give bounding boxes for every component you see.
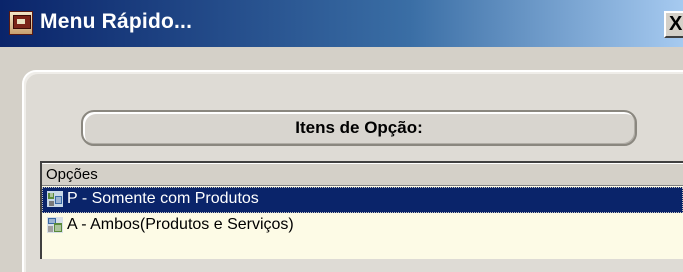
- products-icon: [47, 191, 63, 207]
- options-header-box: Itens de Opção:: [81, 110, 637, 146]
- list-item[interactable]: A - Ambos(Produtos e Serviços): [42, 213, 683, 239]
- app-window-icon[interactable]: [9, 11, 33, 35]
- options-header-label: Itens de Opção:: [295, 118, 423, 137]
- title-bar[interactable]: Menu Rápido...: [0, 0, 683, 47]
- list-item-label: A - Ambos(Produtos e Serviços): [67, 216, 294, 233]
- column-header-label: Opções: [46, 166, 98, 183]
- close-button[interactable]: X: [664, 11, 683, 38]
- list-item-label: P - Somente com Produtos: [67, 190, 259, 207]
- window-title: Menu Rápido...: [40, 10, 193, 33]
- column-header-opcoes[interactable]: Opções: [42, 163, 683, 186]
- list-item[interactable]: P - Somente com Produtos: [42, 187, 683, 213]
- products-services-icon: [47, 217, 63, 233]
- options-list[interactable]: Opções P - Somente com Produtos A - Ambo…: [40, 161, 683, 259]
